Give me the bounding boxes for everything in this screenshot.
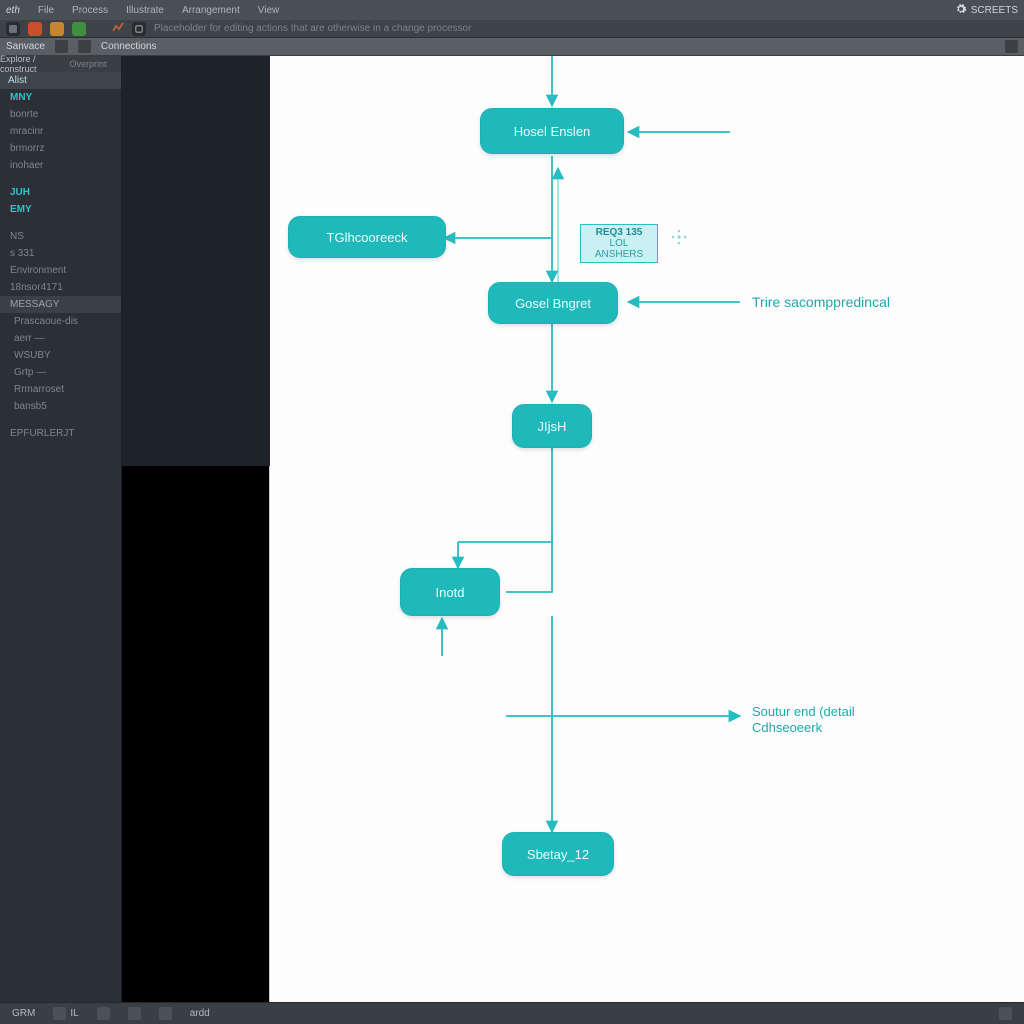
sidebar-item[interactable]: MNY <box>0 89 121 106</box>
sidebar-item[interactable]: EPFURLERJT <box>0 425 121 442</box>
flow-node-n6[interactable]: Sbetay_12 <box>502 832 614 876</box>
canvas[interactable]: Hosel Enslen TGlhcooreeck Gosel Bngret J… <box>122 56 1024 1002</box>
side-group-head-0: Alist <box>0 72 121 89</box>
sidebar-item[interactable]: NS <box>0 228 121 245</box>
diagram-annot-2: Soutur end (detail Cdhseoeerk <box>752 704 855 737</box>
menu-process[interactable]: Process <box>72 5 108 16</box>
note-line2: LOL ANSHERS <box>585 238 653 260</box>
flow-node-n2[interactable]: TGlhcooreeck <box>288 216 446 258</box>
menu-file[interactable]: File <box>38 5 54 16</box>
toolbar: Placeholder for editing actions that are… <box>0 20 1024 38</box>
sec-panel-toggle-icon[interactable] <box>1005 40 1018 53</box>
sidebar-item[interactable]: WSUBY <box>0 347 121 364</box>
annot2-line1: Soutur end (detail <box>752 704 855 720</box>
menu-bar: eth File Process Illustrate Arrangement … <box>0 0 1024 20</box>
sidebar-item[interactable]: Prascaoue-dis <box>0 313 121 330</box>
sidebar-item[interactable]: mracinr <box>0 123 121 140</box>
sidebar-item-selected[interactable]: MESSAGY <box>0 296 121 313</box>
status-item[interactable] <box>155 1007 176 1020</box>
annot2-line2: Cdhseoeerk <box>752 720 855 736</box>
sec-icon-2[interactable] <box>78 40 91 53</box>
status-item[interactable] <box>124 1007 145 1020</box>
status-item[interactable]: GRM <box>8 1008 39 1019</box>
secondary-bar: Sanvace Connections <box>0 38 1024 56</box>
sidebar-item[interactable]: inohaer <box>0 157 121 174</box>
save-icon <box>97 1007 110 1020</box>
sidebar-tab-overprint[interactable]: Overprint <box>55 56 121 72</box>
status-item[interactable]: IL <box>49 1007 82 1020</box>
sidebar-item[interactable]: JUH <box>0 184 121 201</box>
layers-icon <box>999 1007 1012 1020</box>
sec-mid[interactable]: Connections <box>101 41 157 52</box>
toolbar-btn-1[interactable] <box>6 22 20 36</box>
flow-node-n4[interactable]: JIjsH <box>512 404 592 448</box>
sidebar-item[interactable]: Grtp — <box>0 364 121 381</box>
flow-node-n3[interactable]: Gosel Bngret <box>488 282 618 324</box>
status-icon <box>53 1007 66 1020</box>
dark-gutter <box>122 56 270 466</box>
status-right-icon[interactable] <box>995 1007 1016 1020</box>
status-item[interactable]: ardd <box>186 1008 214 1019</box>
window-minimize-icon[interactable] <box>50 22 64 36</box>
menu-view[interactable]: View <box>258 5 280 16</box>
sidebar-item[interactable]: s 331 <box>0 245 121 262</box>
toolbar-box-icon[interactable] <box>132 22 146 36</box>
sidebar-tab-explore[interactable]: Explore / construct <box>0 56 55 72</box>
note-line1: REQ3 135 <box>585 227 653 238</box>
sidebar-item[interactable]: EMY <box>0 201 121 218</box>
flow-node-n5[interactable]: Inotd <box>400 568 500 616</box>
menu-illustrate[interactable]: Illustrate <box>126 5 164 16</box>
diagram-note[interactable]: REQ3 135 LOL ANSHERS <box>580 224 658 263</box>
sidebar-item[interactable]: bonrte <box>0 106 121 123</box>
menu-arrangement[interactable]: Arrangement <box>182 5 240 16</box>
toolbar-chart-icon[interactable] <box>112 22 124 35</box>
sidebar: Explore / construct Overprint Alist MNY … <box>0 56 122 1002</box>
menu-right-label: SCREETS <box>971 5 1018 16</box>
sidebar-item[interactable]: 18nsor4171 <box>0 279 121 296</box>
sidebar-item[interactable]: brmorrz <box>0 140 121 157</box>
sidebar-item[interactable]: Rrmarroset <box>0 381 121 398</box>
diagram-annot-1: Trire sacomppredincal <box>752 294 890 310</box>
app-logo: eth <box>6 5 20 16</box>
sidebar-item[interactable]: bansb5 <box>0 398 121 415</box>
window-zoom-icon[interactable] <box>72 22 86 36</box>
toolbar-hint: Placeholder for editing actions that are… <box>154 23 471 34</box>
flow-node-n1[interactable]: Hosel Enslen <box>480 108 624 154</box>
window-close-icon[interactable] <box>28 22 42 36</box>
status-bar: GRM IL ardd <box>0 1002 1024 1024</box>
sec-left[interactable]: Sanvace <box>6 41 45 52</box>
diagram-edges <box>270 56 1024 1002</box>
sidebar-item[interactable]: aerr — <box>0 330 121 347</box>
gear-icon[interactable] <box>955 3 967 18</box>
grid-icon <box>128 1007 141 1020</box>
sec-icon-1[interactable] <box>55 40 68 53</box>
crosshair-icon <box>670 228 688 246</box>
play-icon <box>159 1007 172 1020</box>
workspace: Explore / construct Overprint Alist MNY … <box>0 56 1024 1002</box>
sidebar-item[interactable]: Environment <box>0 262 121 279</box>
status-item[interactable] <box>93 1007 114 1020</box>
